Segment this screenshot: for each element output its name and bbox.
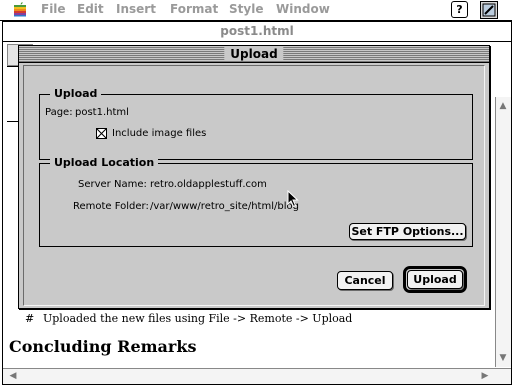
upload-location-group: Upload Location Server Name: retro.oldap… — [39, 156, 473, 247]
help-icon[interactable]: ? — [451, 1, 468, 18]
menu-edit[interactable]: Edit — [77, 2, 104, 16]
vertical-scrollbar[interactable]: ▲ ▼ — [495, 97, 511, 367]
menu-style[interactable]: Style — [229, 2, 263, 16]
horizontal-scrollbar[interactable]: ◀ ▶ — [3, 368, 511, 384]
scroll-left-arrow-icon[interactable]: ◀ — [7, 371, 19, 381]
upload-button[interactable]: Upload — [407, 270, 463, 289]
set-ftp-options-button[interactable]: Set FTP Options... — [349, 223, 466, 240]
page-label: Page: — [45, 107, 73, 118]
bullet-text: Uploaded the new files using File -> Rem… — [43, 312, 353, 325]
dialog-title: Upload — [224, 47, 284, 61]
upload-group: Upload Page: post1.html Include image fi… — [39, 87, 473, 160]
document-heading: Concluding Remarks — [9, 337, 197, 356]
menu-window[interactable]: Window — [276, 2, 330, 16]
server-name-label: Server Name: — [78, 179, 147, 190]
menu-bar: File Edit Insert Format Style Window ? — [0, 0, 512, 21]
application-icon[interactable] — [480, 1, 498, 19]
scroll-right-arrow-icon[interactable]: ▶ — [479, 371, 491, 381]
upload-location-title: Upload Location — [50, 156, 159, 169]
bullet-mark: # — [25, 312, 35, 325]
server-name-value: retro.oldapplestuff.com — [150, 179, 267, 190]
page-value: post1.html — [75, 107, 129, 118]
dialog-title-bar[interactable]: Upload — [19, 46, 489, 63]
document-bullet: # Uploaded the new files using File -> Re… — [25, 312, 352, 325]
scroll-down-arrow-icon[interactable]: ▼ — [498, 353, 508, 363]
menu-format[interactable]: Format — [170, 2, 218, 16]
upload-dialog: Upload Upload Page: post1.html Include i… — [18, 45, 490, 309]
menu-insert[interactable]: Insert — [116, 2, 156, 16]
mouse-cursor-icon — [287, 190, 299, 208]
menu-file[interactable]: File — [41, 2, 66, 16]
document-title[interactable]: post1.html — [3, 22, 511, 42]
upload-button-ring: Upload — [403, 266, 467, 293]
include-images-label[interactable]: Include image files — [112, 128, 206, 139]
scroll-up-arrow-icon[interactable]: ▲ — [498, 101, 508, 111]
dialog-body: Upload Page: post1.html Include image fi… — [23, 65, 485, 306]
app-pen-icon — [482, 3, 496, 17]
include-images-checkbox[interactable] — [96, 128, 107, 139]
remote-folder-value: /var/www/retro_site/html/blog — [150, 201, 299, 212]
remote-folder-label: Remote Folder: — [73, 201, 149, 212]
apple-menu-icon[interactable] — [12, 1, 28, 17]
upload-group-title: Upload — [50, 87, 102, 100]
cancel-button[interactable]: Cancel — [337, 271, 393, 290]
